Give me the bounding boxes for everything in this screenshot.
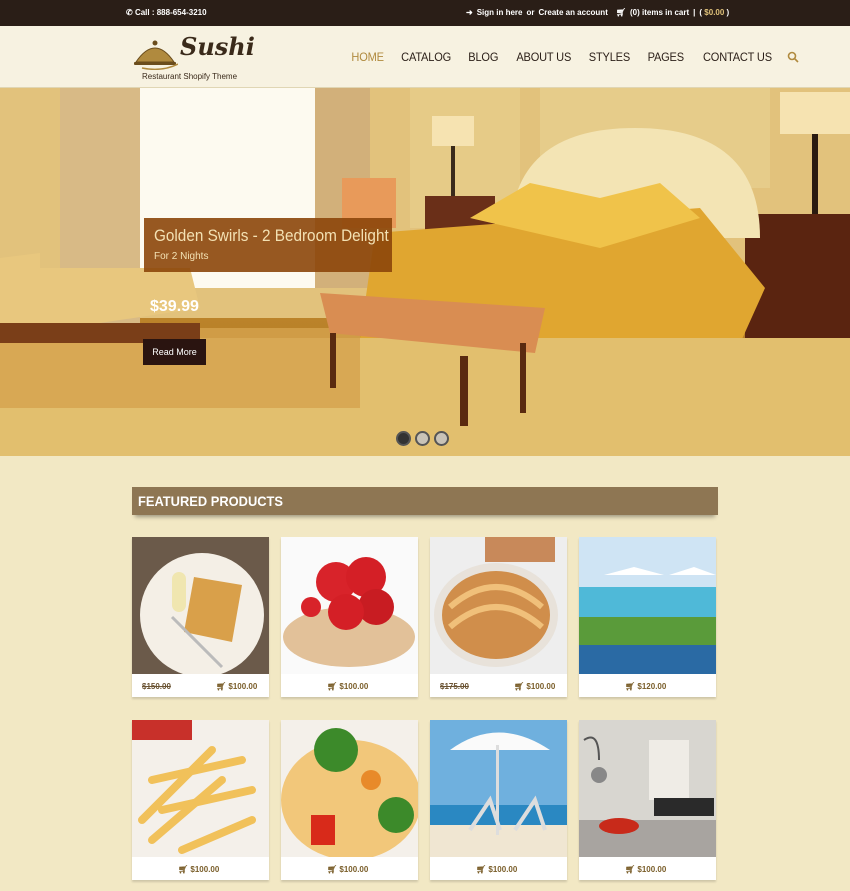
product-price-bar: 🛒︎ $120.00	[579, 674, 716, 697]
product-price-value: $100.00	[339, 865, 369, 874]
product-image[interactable]	[579, 720, 716, 857]
cart-icon[interactable]: 🛒︎	[476, 865, 488, 874]
slide-subtitle: For 2 Nights	[154, 251, 209, 262]
account-links: ➜ Sign in here or Create an account 🛒︎ (…	[466, 8, 729, 17]
read-more-button[interactable]: Read More	[143, 339, 206, 365]
product-price-value: $120.00	[637, 682, 667, 691]
nav-contact-us[interactable]: CONTACT US	[703, 50, 772, 64]
product-price-bar: 🛒︎ $100.00	[132, 857, 269, 880]
featured-products-heading: FEATURED PRODUCTS	[132, 487, 718, 515]
product-image[interactable]	[132, 720, 269, 857]
cart-icon[interactable]: 🛒︎	[216, 682, 228, 691]
product-price-value: $100.00	[339, 682, 369, 691]
or-text: or	[526, 8, 535, 17]
product-image[interactable]	[281, 720, 418, 857]
product-price[interactable]: 🛒︎ $100.00	[625, 865, 666, 874]
product-price-bar: $150.00 🛒︎ $100.00	[132, 674, 269, 697]
product-price-bar: 🛒︎ $100.00	[579, 857, 716, 880]
slide-price: $39.99	[150, 298, 199, 315]
phone-icon: ✆	[126, 8, 135, 17]
hero-slider: Golden Swirls - 2 Bedroom Delight For 2 …	[0, 88, 850, 456]
product-card[interactable]: 🛒︎ $100.00	[132, 720, 269, 880]
product-price[interactable]: 🛒︎ $100.00	[327, 682, 368, 691]
product-card[interactable]: 🛒︎ $100.00	[579, 720, 716, 880]
slide-caption: Golden Swirls - 2 Bedroom Delight For 2 …	[144, 218, 392, 272]
product-image[interactable]	[430, 537, 567, 674]
product-card[interactable]: 🛒︎ $100.00	[430, 720, 567, 880]
logo-tagline: Restaurant Shopify Theme	[142, 72, 238, 81]
product-card[interactable]: $150.00 🛒︎ $100.00	[132, 537, 269, 697]
product-old-price: $150.00	[142, 682, 171, 691]
product-price[interactable]: 🛒︎ $100.00	[514, 682, 555, 691]
cart-icon[interactable]: 🛒︎	[178, 865, 190, 874]
phone-number: ✆ Call : 888-654-3210	[126, 8, 207, 17]
cloche-icon	[134, 40, 178, 70]
hero-image	[0, 88, 850, 456]
product-image[interactable]	[132, 537, 269, 674]
create-account-link[interactable]: Create an account	[539, 8, 608, 17]
product-card[interactable]: 🛒︎ $120.00	[579, 537, 716, 697]
logo-name: Sushi	[180, 32, 255, 61]
product-price[interactable]: 🛒︎ $100.00	[327, 865, 368, 874]
product-old-price: $175.00	[440, 682, 469, 691]
nav-styles[interactable]: STYLES	[589, 50, 630, 64]
product-price-value: $100.00	[228, 682, 258, 691]
cart-icon[interactable]: 🛒︎	[327, 682, 339, 691]
product-price-bar: 🛒︎ $100.00	[281, 674, 418, 697]
product-price-bar: 🛒︎ $100.00	[281, 857, 418, 880]
product-card[interactable]: $175.00 🛒︎ $100.00	[430, 537, 567, 697]
sign-in-link[interactable]: Sign in here	[477, 8, 523, 17]
cart-icon[interactable]: 🛒︎	[327, 865, 339, 874]
product-card[interactable]: 🛒︎ $100.00	[281, 720, 418, 880]
product-price-value: $100.00	[190, 865, 220, 874]
nav-home[interactable]: HOME	[351, 50, 384, 64]
search-icon[interactable]	[787, 51, 799, 63]
product-price-bar: $175.00 🛒︎ $100.00	[430, 674, 567, 697]
product-price-value: $100.00	[637, 865, 667, 874]
separator: |	[693, 8, 696, 17]
main-nav: HOME CATALOG BLOG ABOUT US STYLES PAGES …	[350, 50, 799, 64]
product-price[interactable]: 🛒︎ $100.00	[178, 865, 219, 874]
cart-icon[interactable]: 🛒︎	[616, 8, 626, 17]
cart-total: ( $0.00 )	[699, 8, 730, 17]
slider-dots	[396, 431, 449, 446]
product-image[interactable]	[579, 537, 716, 674]
cart-icon[interactable]: 🛒︎	[514, 682, 526, 691]
product-image[interactable]	[281, 537, 418, 674]
top-bar: ✆ Call : 888-654-3210 ➜ Sign in here or …	[0, 0, 850, 26]
header: Sushi Restaurant Shopify Theme HOME CATA…	[0, 26, 850, 88]
product-price-value: $100.00	[488, 865, 518, 874]
slider-dot-2[interactable]	[415, 431, 430, 446]
sign-in-icon: ➜	[466, 8, 473, 17]
product-price[interactable]: 🛒︎ $120.00	[625, 682, 666, 691]
nav-catalog[interactable]: CATALOG	[401, 50, 451, 64]
logo[interactable]: Sushi Restaurant Shopify Theme	[132, 32, 255, 82]
product-price[interactable]: 🛒︎ $100.00	[476, 865, 517, 874]
product-price-bar: 🛒︎ $100.00	[430, 857, 567, 880]
cart-icon[interactable]: 🛒︎	[625, 865, 637, 874]
slider-dot-1[interactable]	[396, 431, 411, 446]
nav-pages[interactable]: PAGES	[648, 50, 684, 64]
slide-title: Golden Swirls - 2 Bedroom Delight	[154, 226, 389, 245]
nav-blog[interactable]: BLOG	[469, 50, 499, 64]
cart-count-link[interactable]: (0) items in cart	[630, 8, 689, 17]
product-price[interactable]: 🛒︎ $100.00	[216, 682, 257, 691]
product-card[interactable]: 🛒︎ $100.00	[281, 537, 418, 697]
product-image[interactable]	[430, 720, 567, 857]
cart-icon[interactable]: 🛒︎	[625, 682, 637, 691]
slider-dot-3[interactable]	[434, 431, 449, 446]
product-price-value: $100.00	[526, 682, 556, 691]
nav-about-us[interactable]: ABOUT US	[516, 50, 571, 64]
